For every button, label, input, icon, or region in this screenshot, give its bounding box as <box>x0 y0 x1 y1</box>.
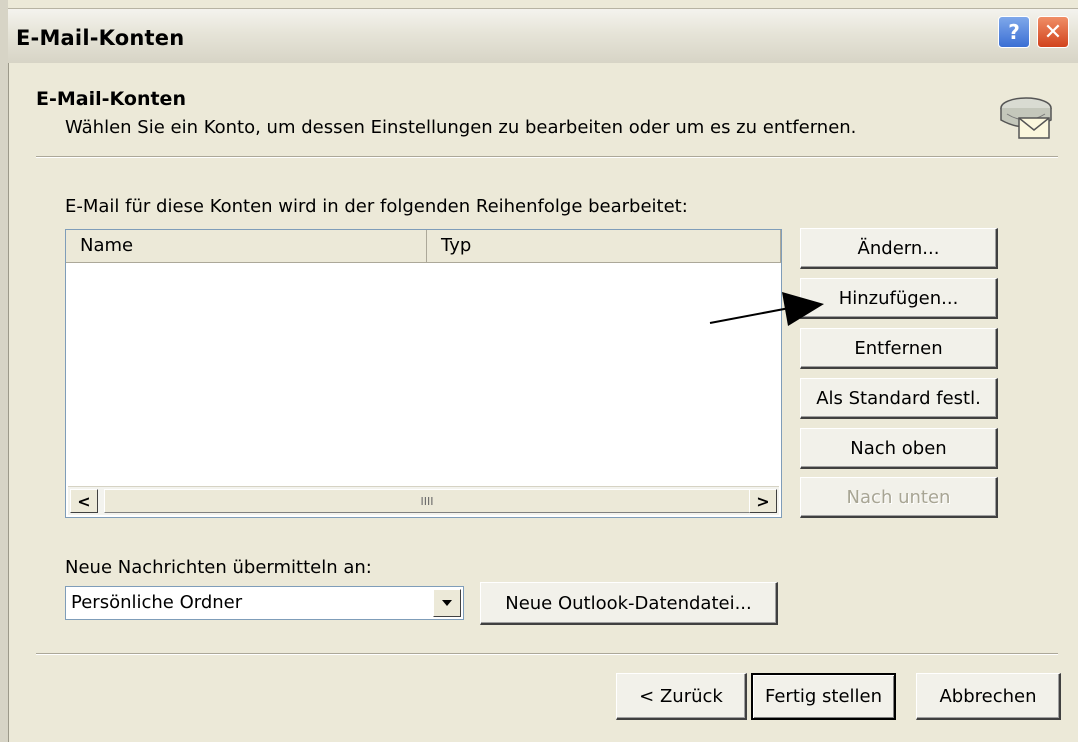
delivery-dropdown-value: Persönliche Ordner <box>71 592 243 613</box>
chevron-right-icon: > <box>756 491 770 511</box>
scroll-thumb[interactable]: IIII <box>104 489 750 513</box>
list-header: Name Typ <box>66 230 781 263</box>
window-title: E-Mail-Konten <box>16 26 185 50</box>
close-button[interactable]: ✕ <box>1037 16 1069 48</box>
accounts-label: E-Mail für diese Konten wird in der folg… <box>65 196 688 217</box>
chevron-down-icon <box>442 600 452 606</box>
back-button[interactable]: < Zurück <box>616 673 747 720</box>
delivery-dropdown[interactable]: Persönliche Ordner <box>65 586 464 620</box>
annotation-arrow-icon <box>709 292 824 326</box>
header-separator <box>36 156 1058 158</box>
mail-accounts-icon <box>1000 97 1052 139</box>
column-header-type[interactable]: Typ <box>427 230 781 262</box>
set-default-button[interactable]: Als Standard festl. <box>800 378 998 419</box>
change-button[interactable]: Ändern... <box>800 228 998 269</box>
horizontal-scrollbar[interactable]: < IIII > <box>68 486 779 515</box>
column-header-name[interactable]: Name <box>66 230 427 262</box>
close-icon: ✕ <box>1043 19 1063 45</box>
cancel-button[interactable]: Abbrechen <box>916 673 1061 720</box>
help-icon: ? <box>1008 20 1020 44</box>
accounts-list[interactable]: Name Typ < IIII > <box>65 229 782 518</box>
delivery-label: Neue Nachrichten übermitteln an: <box>65 557 372 578</box>
page-title: E-Mail-Konten <box>36 88 186 110</box>
window-left-edge <box>0 0 8 742</box>
footer-separator <box>36 653 1058 655</box>
finish-button[interactable]: Fertig stellen <box>751 673 896 720</box>
chevron-left-icon: < <box>77 491 91 511</box>
window-border <box>8 8 9 742</box>
new-data-file-button[interactable]: Neue Outlook-Datendatei... <box>480 582 778 625</box>
move-down-button: Nach unten <box>800 477 998 518</box>
grip-icon: IIII <box>420 494 434 508</box>
scroll-left-button[interactable]: < <box>70 489 98 513</box>
dropdown-button[interactable] <box>433 589 461 617</box>
help-button[interactable]: ? <box>998 16 1030 48</box>
scroll-right-button[interactable]: > <box>749 489 777 513</box>
page-subtitle: Wählen Sie ein Konto, um dessen Einstell… <box>65 117 857 138</box>
move-up-button[interactable]: Nach oben <box>800 428 998 469</box>
